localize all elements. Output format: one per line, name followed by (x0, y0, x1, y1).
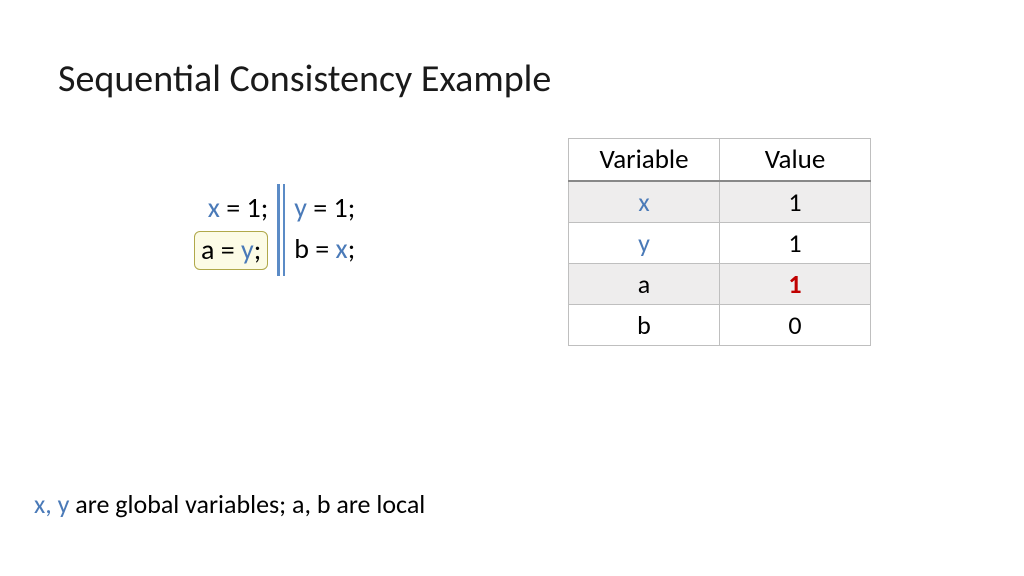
code-text: = (214, 232, 241, 267)
code-var: x (208, 190, 220, 225)
footnote: x, y are global variables; a, b are loca… (34, 488, 425, 520)
footnote-vars: x, y (34, 488, 69, 520)
code-text: b = (294, 231, 335, 266)
cell-value: 1 (720, 264, 871, 305)
table-row: x 1 (569, 181, 871, 223)
thread-left: x = 1; a = y; (200, 190, 268, 270)
code-var: y (294, 190, 307, 225)
table-row: b 0 (569, 305, 871, 346)
variable-table: Variable Value x 1 y 1 a 1 b 0 (568, 138, 871, 346)
footnote-text: are global variables; a, b are local (69, 488, 425, 520)
code-text: ; (254, 232, 262, 267)
table-header: Value (720, 139, 871, 182)
slide-title: Sequential Consistency Example (58, 56, 551, 102)
code-text: ; (348, 231, 356, 266)
parallel-divider-icon (272, 190, 290, 270)
table-row: y 1 (569, 223, 871, 264)
code-var: y (241, 232, 254, 267)
code-var: x (336, 231, 348, 266)
code-line: y = 1; (294, 190, 355, 225)
cell-value: 0 (720, 305, 871, 346)
cell-name: a (569, 264, 720, 305)
code-line: b = x; (294, 231, 355, 266)
cell-value: 1 (720, 181, 871, 223)
code-text: = 1; (307, 190, 355, 225)
cell-value: 1 (720, 223, 871, 264)
code-line: x = 1; (200, 190, 268, 225)
table-header-row: Variable Value (569, 139, 871, 182)
cell-name: y (569, 223, 720, 264)
highlight-box: a = y; (194, 231, 268, 270)
thread-right: y = 1; b = x; (294, 190, 355, 270)
code-text: = 1; (220, 190, 268, 225)
table-row: a 1 (569, 264, 871, 305)
table-header: Variable (569, 139, 720, 182)
thread-code-block: x = 1; a = y; y = 1; b = x; (200, 190, 355, 270)
cell-name: b (569, 305, 720, 346)
code-line: a = y; (200, 231, 268, 270)
cell-name: x (569, 181, 720, 223)
code-text: a (201, 232, 214, 267)
